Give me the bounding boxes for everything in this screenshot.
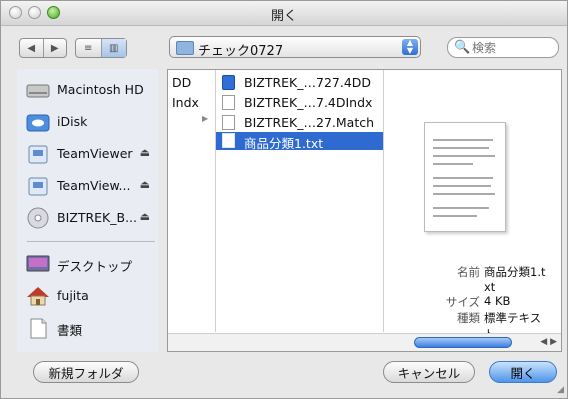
documents-icon xyxy=(30,318,47,339)
file-name: Indx xyxy=(172,95,199,110)
search-field[interactable]: 🔍 xyxy=(447,37,559,58)
sidebar: Macintosh HD iDisk TeamViewer ⏏ TeamView… xyxy=(17,69,158,352)
open-button[interactable]: 開く xyxy=(489,361,557,383)
idisk-icon xyxy=(26,114,50,132)
list-item[interactable]: DD xyxy=(168,74,215,92)
popup-arrows-icon: ▲ ▼ xyxy=(402,39,418,55)
sidebar-item-fujita[interactable]: fujita xyxy=(17,279,158,313)
preview-size-row: サイズ 4 KB xyxy=(434,294,556,310)
list-view-button[interactable]: ≡ xyxy=(76,39,101,57)
path-popup[interactable]: チェック0727 ▲ ▼ xyxy=(169,36,421,59)
browser-column-files[interactable]: BIZTREK_…727.4DD BIZTREK_…7.4DIndx BIZTR… xyxy=(216,70,384,332)
disclosure-arrow-icon: ▶ xyxy=(202,114,209,123)
sidebar-divider xyxy=(27,241,155,242)
back-button[interactable]: ◀ xyxy=(20,39,43,57)
search-input[interactable] xyxy=(470,39,554,57)
document-icon xyxy=(222,95,235,110)
sidebar-item-documents[interactable]: 書類 xyxy=(17,311,158,345)
sidebar-item-idisk[interactable]: iDisk xyxy=(17,105,158,139)
disk-image-icon xyxy=(28,145,48,164)
hard-drive-icon xyxy=(26,84,50,98)
preview-name-key: 名前 xyxy=(457,265,480,279)
column-view-button[interactable]: ▥ xyxy=(100,39,126,57)
sidebar-item-desktop[interactable]: デスクトップ xyxy=(17,247,158,281)
scrollbar-thumb[interactable] xyxy=(414,337,512,348)
scroll-arrows-icon[interactable]: ◀ ▶ xyxy=(540,337,557,347)
cd-icon xyxy=(27,207,49,229)
sidebar-item-biztrek[interactable]: BIZTREK_B... ⏏ xyxy=(17,201,158,235)
horizontal-scrollbar[interactable]: ◀ ▶ xyxy=(168,333,561,351)
list-item[interactable]: BIZTREK_…27.Match xyxy=(216,114,383,132)
sidebar-item-label: TeamViewer xyxy=(57,146,133,161)
eject-icon[interactable]: ⏏ xyxy=(140,210,150,223)
sidebar-item-macintosh-hd[interactable]: Macintosh HD xyxy=(17,73,158,107)
file-name: BIZTREK_…7.4DIndx xyxy=(244,95,373,110)
disk-image-icon xyxy=(28,177,48,196)
preview-name-value: 商品分類1.txt xyxy=(484,265,546,294)
window-title: 開く xyxy=(270,9,297,24)
preview-size-key: サイズ xyxy=(445,295,480,309)
file-name: DD xyxy=(172,75,192,90)
toolbar: ◀ ▶ ≡ ▥ チェック0727 ▲ ▼ 🔍 xyxy=(1,26,567,66)
eject-icon[interactable]: ⏏ xyxy=(140,146,150,159)
list-item-selected[interactable]: 商品分類1.txt xyxy=(216,132,383,151)
sidebar-item-label: BIZTREK_B... xyxy=(57,210,137,225)
sidebar-item-label: iDisk xyxy=(57,114,88,129)
open-dialog-window: 開く ◀ ▶ ≡ ▥ チェック0727 ▲▼ 🔍 Macintosh HD xyxy=(0,0,568,399)
preview-name-row: 名前 商品分類1.txt xyxy=(434,264,556,294)
sidebar-item-teamviewer-1[interactable]: TeamViewer ⏏ xyxy=(17,137,158,171)
list-item[interactable]: BIZTREK_…7.4DIndx xyxy=(216,94,383,112)
sidebar-item-teamviewer-2[interactable]: TeamView... ⏏ xyxy=(17,169,158,203)
search-icon: 🔍 xyxy=(454,40,471,55)
forward-button[interactable]: ▶ xyxy=(42,39,67,57)
list-item[interactable]: Indx xyxy=(168,94,215,112)
sidebar-item-label: fujita xyxy=(57,288,89,303)
application-icon xyxy=(222,75,235,90)
sidebar-item-label: TeamView... xyxy=(57,178,131,193)
document-icon xyxy=(222,115,235,130)
dialog-button-bar: 新規フォルダ キャンセル 開く xyxy=(1,357,567,397)
sidebar-item-label: Macintosh HD xyxy=(57,82,144,97)
titlebar[interactable]: 開く xyxy=(1,1,567,26)
preview-kind-key: 種類 xyxy=(457,311,480,325)
preview-size-value: 4 KB xyxy=(484,294,511,308)
folder-icon xyxy=(176,41,194,55)
file-browser: DD Indx ▶ BIZTREK_…727.4DD BIZTREK_…7.4D… xyxy=(167,69,562,352)
file-name: BIZTREK_…27.Match xyxy=(244,115,375,130)
file-name: 商品分類1.txt xyxy=(244,136,324,151)
resize-grip-icon[interactable]: ◢ xyxy=(557,385,564,395)
browser-column-parent[interactable]: DD Indx ▶ xyxy=(168,70,216,332)
home-icon xyxy=(27,287,49,306)
new-folder-button[interactable]: 新規フォルダ xyxy=(33,361,139,383)
document-icon xyxy=(222,133,235,148)
sidebar-item-label: 書類 xyxy=(57,323,83,338)
preview-column: 名前商品分類1.txt サイズ4 KB 種類標準テキスト xyxy=(384,70,561,341)
back-forward-control: ◀ ▶ xyxy=(19,38,67,58)
file-name: BIZTREK_…727.4DD xyxy=(244,75,372,90)
cancel-button[interactable]: キャンセル xyxy=(383,361,475,383)
text-document-preview-icon xyxy=(424,122,506,232)
sidebar-item-label: デスクトップ xyxy=(57,259,133,274)
path-folder-label: チェック0727 xyxy=(198,44,284,59)
list-item[interactable]: BIZTREK_…727.4DD xyxy=(216,74,383,92)
desktop-icon xyxy=(26,255,50,272)
eject-icon[interactable]: ⏏ xyxy=(140,178,150,191)
view-mode-control: ≡ ▥ xyxy=(75,38,127,58)
